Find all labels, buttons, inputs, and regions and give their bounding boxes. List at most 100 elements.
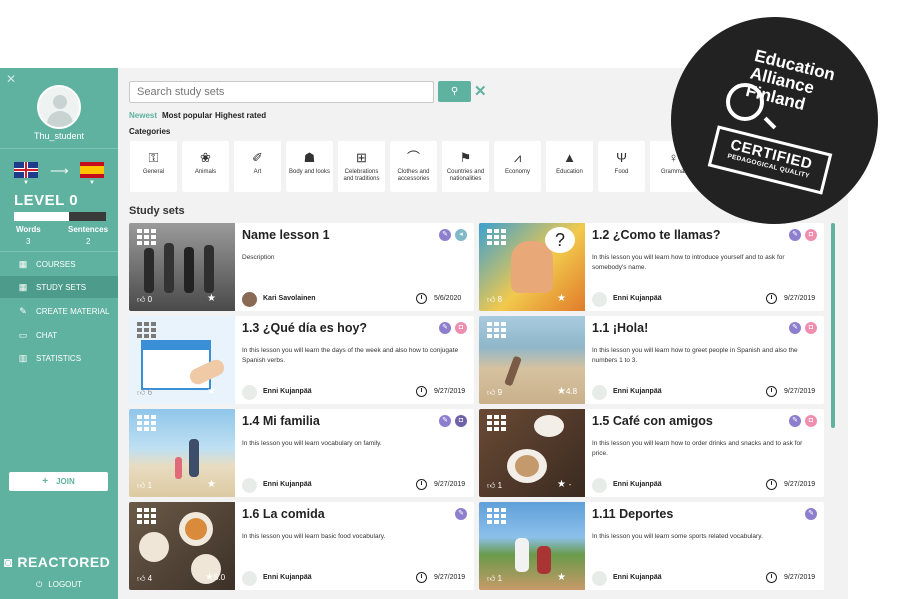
plus-icon: + (42, 476, 49, 487)
chart-icon: ▥ (18, 352, 28, 363)
category-general[interactable]: ⚿ General (130, 141, 177, 192)
star-icon[interactable]: ★4.8 (557, 386, 577, 397)
category-countries[interactable]: ⚑ Countries and nationalities (442, 141, 489, 192)
clock-icon (766, 386, 777, 397)
star-icon[interactable]: ★ (207, 386, 216, 397)
sidebar-item-statistics[interactable]: ▥ STATISTICS (0, 347, 118, 369)
sidebar-item-label: CREATE MATERIAL (36, 306, 110, 316)
thumbnail-cartoon: ? 👍︎ 8 ★ (479, 223, 585, 311)
category-economy[interactable]: ⩘ Economy (494, 141, 541, 192)
sort-most-popular[interactable]: Most popular (162, 111, 212, 120)
edit-icon[interactable]: ✎ (789, 415, 801, 427)
uk-flag-icon[interactable] (14, 162, 38, 178)
star-icon[interactable]: ★5.0 (205, 572, 225, 583)
brand-name: REACTORED (17, 554, 111, 570)
card-description: In this lesson you will learn the days o… (242, 347, 459, 364)
divider (0, 251, 118, 252)
spain-flag-icon[interactable] (80, 162, 104, 178)
scrollbar[interactable] (831, 223, 835, 428)
close-icon[interactable]: ✕ (6, 72, 16, 86)
edit-icon[interactable]: ✎ (439, 415, 451, 427)
star-icon[interactable]: ★ (557, 572, 566, 583)
category-education[interactable]: ▲ Education (546, 141, 593, 192)
save-icon[interactable]: ◘ (805, 322, 817, 334)
edit-icon[interactable]: ✎ (789, 229, 801, 241)
courses-icon: ▦ (18, 258, 28, 269)
thumbnail-runners: 👍︎ 0 ★ (129, 223, 235, 311)
card-title: 1.11 Deportes (592, 507, 674, 521)
study-set-card[interactable]: 👍︎ 9 ★4.8 1.1 ¡Hola! ✎ ◘ In this lesson … (479, 316, 824, 404)
clear-search-icon[interactable]: ✕ (474, 82, 487, 100)
category-art[interactable]: ✐ Art (234, 141, 281, 192)
card-description: In this lesson you will learn how to gre… (592, 347, 798, 364)
chevron-down-icon[interactable]: ▼ (23, 180, 29, 186)
study-set-card[interactable]: 👍︎ 0 ★ Name lesson 1 ✎ ◂ Description Kar… (129, 223, 474, 311)
paw-icon: ❀ (200, 150, 211, 165)
edit-icon[interactable]: ✎ (439, 229, 451, 241)
sidebar-item-label: COURSES (36, 259, 76, 269)
audio-icon[interactable]: ◂ (455, 229, 467, 241)
avatar[interactable] (37, 85, 81, 129)
edit-icon[interactable]: ✎ (455, 508, 467, 520)
flag-icon: ⚑ (459, 150, 472, 165)
card-author: Enni Kujanpää (263, 574, 312, 581)
category-label: Body and looks (288, 169, 331, 175)
author-avatar (592, 385, 607, 400)
sidebar-item-label: STATISTICS (36, 353, 82, 363)
card-author: Enni Kujanpää (263, 388, 312, 395)
edit-icon[interactable]: ✎ (789, 322, 801, 334)
category-celebrations[interactable]: ⊞ Celebrations and traditions (338, 141, 385, 192)
card-date: 9/27/2019 (784, 481, 816, 488)
sidebar-item-label: STUDY SETS (36, 282, 87, 292)
sort-newest[interactable]: Newest (129, 111, 157, 120)
join-button[interactable]: + JOIN (9, 472, 108, 491)
card-author: Enni Kujanpää (613, 388, 662, 395)
card-title: 1.3 ¿Qué día es hoy? (242, 321, 368, 335)
category-label: Food (614, 169, 629, 175)
clock-icon (766, 572, 777, 583)
card-title: 1.4 Mi familia (242, 414, 320, 428)
sidebar-item-create-material[interactable]: ✎ CREATE MATERIAL (0, 300, 118, 322)
category-label: Celebrations and traditions (343, 169, 380, 182)
logout-button[interactable]: ⏻ LOGOUT (0, 580, 118, 590)
category-body-and-looks[interactable]: ☗ Body and looks (286, 141, 333, 192)
star-icon[interactable]: ★ (207, 293, 216, 304)
save-icon[interactable]: ◘ (455, 415, 467, 427)
clock-icon (416, 572, 427, 583)
study-set-card[interactable]: 👍︎ 1 ★ - 1.5 Café con amigos ✎ ◘ In this… (479, 409, 824, 497)
chevron-down-icon[interactable]: ▼ (89, 180, 95, 186)
study-set-card[interactable]: 👍︎ 6 ★ 1.3 ¿Qué día es hoy? ✎ ◘ In this … (129, 316, 474, 404)
sidebar-item-chat[interactable]: ▭ CHAT (0, 324, 118, 346)
search-input[interactable] (129, 81, 434, 103)
save-icon[interactable]: ◘ (805, 415, 817, 427)
card-description: In this lesson you will learn some sport… (592, 533, 763, 540)
category-label: Clothes and accessories (397, 169, 430, 182)
sort-highest-rated[interactable]: Highest rated (215, 111, 266, 120)
star-icon[interactable]: ★ (557, 293, 566, 304)
study-set-card[interactable]: 👍︎ 1 ★ 1.4 Mi familia ✎ ◘ In this lesson… (129, 409, 474, 497)
study-set-card[interactable]: 👍︎ 1 ★ 1.11 Deportes ✎ In this lesson yo… (479, 502, 824, 590)
category-label: Education (556, 169, 583, 175)
star-icon[interactable]: ★ (207, 479, 216, 490)
search-button[interactable]: ⚲ (438, 81, 471, 102)
fork-knife-icon: Ψ (616, 150, 627, 165)
sidebar-item-courses[interactable]: ▦ COURSES (0, 253, 118, 275)
edit-icon[interactable]: ✎ (439, 322, 451, 334)
magnifier-handle (763, 116, 777, 130)
study-set-card[interactable]: ? 👍︎ 8 ★ 1.2 ¿Como te llamas? ✎ ◘ In thi… (479, 223, 824, 311)
study-set-card[interactable]: 👍︎ 4 ★5.0 1.6 La comida ✎ In this lesson… (129, 502, 474, 590)
save-icon[interactable]: ◘ (455, 322, 467, 334)
card-description: In this lesson you will learn how to ord… (592, 440, 803, 457)
save-icon[interactable]: ◘ (805, 229, 817, 241)
edit-icon[interactable]: ✎ (805, 508, 817, 520)
likes-count: 👍︎ 4 (137, 574, 153, 583)
category-animals[interactable]: ❀ Animals (182, 141, 229, 192)
star-icon[interactable]: ★ - (557, 479, 571, 490)
category-food[interactable]: Ψ Food (598, 141, 645, 192)
sidebar-item-study-sets[interactable]: ▦ STUDY SETS (0, 276, 118, 298)
card-title: Name lesson 1 (242, 228, 330, 242)
category-clothes[interactable]: ⌒ Clothes and accessories (390, 141, 437, 192)
grid-icon: ▦ (18, 281, 28, 292)
likes-count: 👍︎ 9 (487, 388, 503, 397)
power-icon: ⏻ (35, 580, 43, 589)
